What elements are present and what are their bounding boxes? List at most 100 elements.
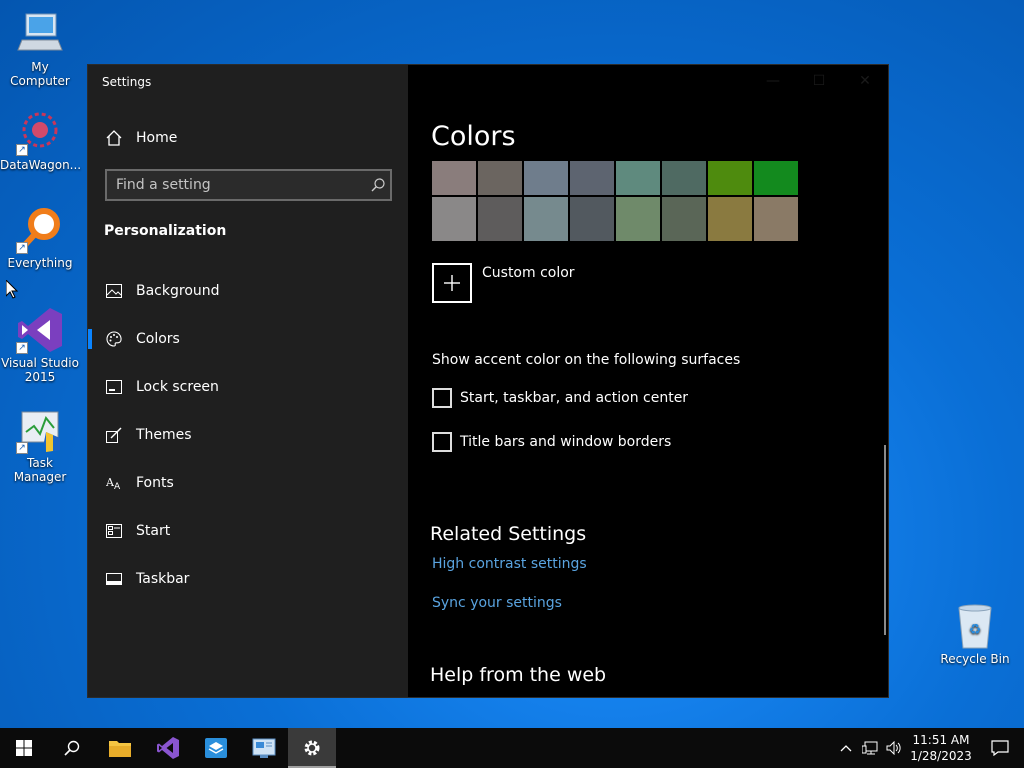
color-swatch[interactable] [524, 161, 568, 195]
sidebar-item-label: Colors [136, 331, 180, 347]
desktop-icon-everything[interactable]: ↗ Everything [0, 206, 80, 270]
shortcut-arrow-icon: ↗ [16, 442, 28, 454]
custom-color-button[interactable] [432, 263, 472, 303]
color-swatch[interactable] [754, 197, 798, 241]
gear-icon [304, 740, 320, 756]
start-button[interactable] [0, 728, 48, 768]
everything-search-icon: ↗ [16, 206, 64, 254]
checkbox[interactable] [432, 432, 452, 452]
minimize-button[interactable]: — [750, 65, 796, 97]
sync-settings-link[interactable]: Sync your settings [432, 595, 562, 611]
color-swatch[interactable] [754, 161, 798, 195]
color-swatch[interactable] [616, 197, 660, 241]
sidebar-item-lock-screen[interactable]: Lock screen [88, 367, 408, 407]
sidebar-item-start[interactable]: Start [88, 511, 408, 551]
sidebar-item-label: Fonts [136, 475, 174, 491]
sidebar-item-label: Start [136, 523, 171, 539]
desktop-icon-visual-studio[interactable]: ↗ Visual Studio 2015 [0, 306, 80, 384]
action-center-button[interactable] [976, 728, 1024, 768]
color-swatch[interactable] [570, 161, 614, 195]
desktop-icon-datawagon[interactable]: ↗ DataWagon... [0, 108, 81, 172]
taskbar-visual-studio[interactable] [144, 728, 192, 768]
color-swatch[interactable] [616, 161, 660, 195]
desktop-icon-label: Recycle Bin [940, 652, 1010, 666]
plus-icon [444, 275, 460, 291]
color-swatch[interactable] [570, 197, 614, 241]
color-swatch[interactable] [662, 161, 706, 195]
sidebar-item-taskbar[interactable]: Taskbar [88, 559, 408, 599]
notification-icon [991, 740, 1009, 756]
taskbar-app-box[interactable] [192, 728, 240, 768]
search-box[interactable] [105, 169, 392, 201]
color-swatch[interactable] [478, 161, 522, 195]
search-input[interactable] [107, 177, 366, 193]
taskbar-settings[interactable] [288, 728, 336, 768]
checkbox-start-taskbar[interactable]: Start, taskbar, and action center [432, 387, 688, 409]
sidebar-item-home[interactable]: Home [88, 118, 408, 158]
chevron-up-icon[interactable] [834, 728, 858, 768]
network-icon[interactable] [858, 728, 882, 768]
taskbar: 11:51 AM 1/28/2023 [0, 728, 1024, 768]
start-icon [104, 521, 124, 541]
sidebar-item-label: Lock screen [136, 379, 219, 395]
desktop-icon-my-computer[interactable]: My Computer [0, 10, 80, 88]
desktop-icon-label: Visual Studio 2015 [1, 356, 79, 384]
color-swatch[interactable] [478, 197, 522, 241]
taskbar-icon [104, 569, 124, 589]
shortcut-arrow-icon: ↗ [16, 144, 28, 156]
sidebar-item-label: Home [136, 130, 178, 146]
sidebar-item-colors[interactable]: Colors [88, 319, 408, 359]
settings-content: — ☐ ✕ Colors Custom color Show accent co… [408, 65, 888, 697]
color-swatch[interactable] [432, 197, 476, 241]
color-swatch[interactable] [524, 197, 568, 241]
taskbar-file-explorer[interactable] [96, 728, 144, 768]
checkbox-title-bars[interactable]: Title bars and window borders [432, 431, 671, 453]
taskbar-control-panel[interactable] [240, 728, 288, 768]
search-icon[interactable] [366, 173, 390, 197]
settings-sidebar: Settings Home Personalization Background [88, 65, 408, 697]
shortcut-arrow-icon: ↗ [16, 242, 28, 254]
window-title: Settings [102, 75, 152, 89]
desktop-icon-label: Task Manager [13, 456, 67, 484]
visual-studio-icon: ↗ [16, 306, 64, 354]
color-swatch[interactable] [708, 197, 752, 241]
datawagon-icon: ↗ [16, 108, 64, 156]
color-swatch[interactable] [432, 161, 476, 195]
sidebar-item-label: Themes [136, 427, 192, 443]
taskbar-search-button[interactable] [48, 728, 96, 768]
desktop-icon-label: Everything [7, 256, 73, 270]
task-manager-icon: ↗ [16, 406, 64, 454]
sidebar-item-background[interactable]: Background [88, 271, 408, 311]
svg-text:♻: ♻ [969, 622, 982, 638]
lock-screen-icon [104, 377, 124, 397]
sidebar-item-label: Background [136, 283, 220, 299]
shortcut-arrow-icon: ↗ [16, 342, 28, 354]
scrollbar[interactable] [884, 445, 886, 635]
checkbox-label: Title bars and window borders [460, 434, 672, 450]
fonts-icon: AA [104, 473, 124, 493]
control-panel-icon [252, 738, 276, 758]
visual-studio-icon [157, 737, 179, 759]
color-swatch[interactable] [662, 197, 706, 241]
close-button[interactable]: ✕ [842, 65, 888, 97]
home-icon [104, 128, 124, 148]
palette-icon [104, 329, 124, 349]
sidebar-item-fonts[interactable]: AA Fonts [88, 463, 408, 503]
section-heading: Personalization [104, 223, 227, 239]
checkbox[interactable] [432, 388, 452, 408]
color-swatch[interactable] [708, 161, 752, 195]
package-box-icon [205, 738, 227, 758]
clock[interactable]: 11:51 AM 1/28/2023 [906, 732, 976, 764]
volume-icon[interactable] [882, 728, 906, 768]
desktop-icon-task-manager[interactable]: ↗ Task Manager [0, 406, 80, 484]
checkbox-label: Start, taskbar, and action center [460, 390, 689, 406]
desktop-icon-recycle-bin[interactable]: ♻ Recycle Bin [935, 602, 1015, 666]
custom-color-label[interactable]: Custom color [482, 265, 575, 281]
folder-icon [109, 741, 131, 757]
high-contrast-link[interactable]: High contrast settings [432, 556, 587, 572]
svg-text:A: A [114, 482, 121, 490]
sidebar-item-themes[interactable]: Themes [88, 415, 408, 455]
computer-icon [16, 10, 64, 58]
maximize-button[interactable]: ☐ [796, 65, 842, 97]
recycle-bin-icon: ♻ [951, 602, 999, 650]
